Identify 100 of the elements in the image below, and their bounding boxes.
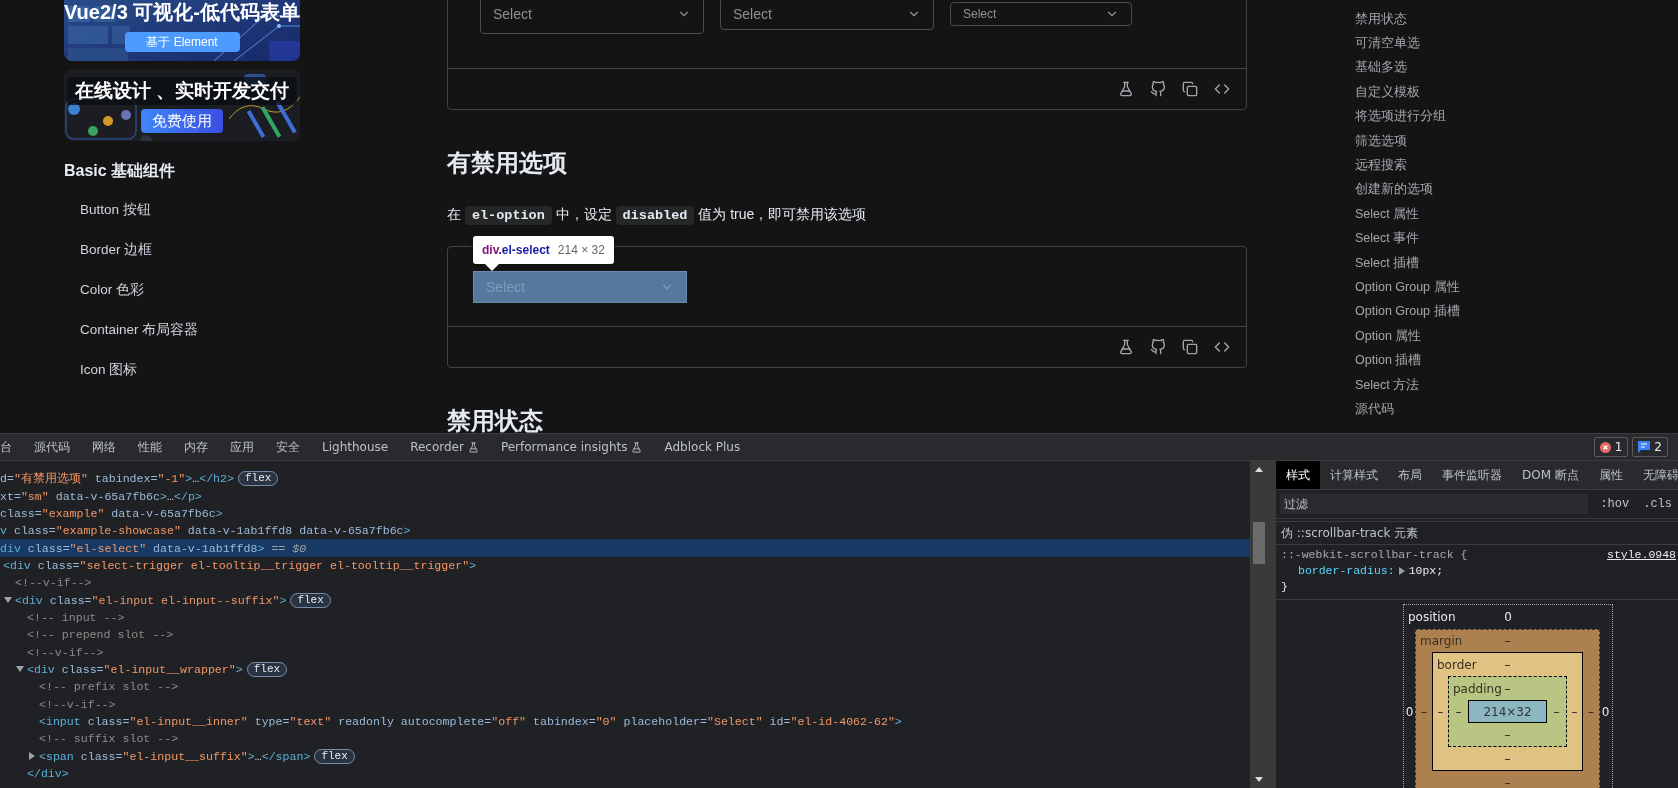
dom-node-row[interactable]: <span class="el-input__suffix">…</span> flex: [0, 747, 1250, 765]
toc-link[interactable]: Select 插槽: [1355, 250, 1678, 276]
expand-triangle-icon[interactable]: [1398, 567, 1405, 575]
disclosure-triangle-icon[interactable]: [4, 596, 12, 605]
panel-tab[interactable]: DOM 断点: [1512, 461, 1589, 489]
toc-link[interactable]: 远程搜索: [1355, 153, 1678, 178]
arrow-down-icon[interactable]: [1255, 777, 1263, 782]
code-icon[interactable]: [1214, 339, 1230, 355]
panel-tab[interactable]: 计算样式: [1320, 461, 1388, 489]
dom-node-row[interactable]: <!-- suffix slot -->: [0, 730, 1250, 748]
box-value: 0: [1601, 705, 1610, 719]
flex-badge[interactable]: flex: [238, 471, 279, 487]
toc-link[interactable]: Option 插槽: [1355, 348, 1678, 373]
dom-node-row[interactable]: <!--v-if-->: [0, 574, 1250, 592]
code-icon[interactable]: [1214, 81, 1230, 97]
toc-link[interactable]: 将选项进行分组: [1355, 104, 1678, 129]
panel-tab[interactable]: 样式: [1276, 461, 1320, 489]
code-line: xt="sm" data-v-65a7fb6c>…</p>: [0, 489, 202, 503]
toc-link[interactable]: 创建新的选项: [1355, 177, 1678, 203]
toggle-button[interactable]: :hov: [1598, 497, 1632, 511]
devtools-tab[interactable]: 网络: [81, 438, 127, 456]
message-count-badge[interactable]: 2: [1632, 437, 1668, 457]
toc-link[interactable]: Option Group 属性: [1355, 275, 1678, 300]
code-line: <!-- prepend slot -->: [27, 628, 174, 642]
sidebar-item[interactable]: Color 色彩: [64, 270, 300, 310]
dom-node-row[interactable]: <!-- input -->: [0, 608, 1250, 627]
flex-badge[interactable]: flex: [290, 592, 331, 608]
toc-link[interactable]: Option 属性: [1355, 324, 1678, 349]
flask-icon[interactable]: [1118, 339, 1134, 355]
banner-button[interactable]: 免费使用: [141, 109, 223, 133]
select-field[interactable]: Select: [950, 2, 1132, 26]
toc-link[interactable]: Select 属性: [1355, 202, 1678, 227]
dom-node-row[interactable]: v class="example-showcase" data-v-1ab1ffd8 data-v-65a7fb6c>: [0, 522, 1250, 540]
devtools-tab[interactable]: Adblock Plus: [653, 440, 752, 454]
dom-node-row[interactable]: <div class="el-input__wrapper"> flex: [0, 660, 1250, 679]
toc-link[interactable]: Select 事件: [1355, 226, 1678, 251]
copy-icon[interactable]: [1182, 81, 1198, 97]
filter-field[interactable]: 过滤: [1280, 494, 1589, 514]
scrollbar[interactable]: [1250, 461, 1268, 788]
panel-tab[interactable]: 无障碍: [1632, 461, 1678, 489]
devtools-tab[interactable]: 安全: [265, 438, 311, 456]
scrollbar-thumb[interactable]: [1253, 522, 1265, 564]
toc-link[interactable]: 筛选选项: [1355, 128, 1678, 154]
dom-node-row[interactable]: <!-- prepend slot -->: [0, 626, 1250, 644]
devtools-tab[interactable]: 源代码: [23, 438, 81, 456]
toc-link[interactable]: 可清空单选: [1355, 31, 1678, 56]
toggle-button[interactable]: .cls: [1641, 497, 1674, 511]
panel-tab[interactable]: 布局: [1388, 461, 1432, 489]
disclosure-triangle-icon[interactable]: [16, 665, 24, 674]
css-property[interactable]: border-radius:: [1298, 563, 1395, 579]
sidebar-item[interactable]: Container 布局容器: [64, 310, 300, 350]
source-link[interactable]: style.0948: [1607, 547, 1676, 563]
dom-node-row[interactable]: <!-- prefix slot -->: [0, 678, 1250, 696]
sidebar-item[interactable]: Icon 图标: [64, 350, 300, 390]
sidebar-item[interactable]: Button 按钮: [64, 190, 300, 230]
toc-link[interactable]: 基础多选: [1355, 55, 1678, 81]
element-selector: div.el-select: [482, 243, 550, 257]
devtools-tab[interactable]: 台: [0, 438, 23, 456]
devtools-tab[interactable]: Recorder: [399, 440, 490, 454]
github-icon[interactable]: [1150, 339, 1166, 355]
select-field[interactable]: Select: [480, 0, 704, 34]
flask-icon[interactable]: [1118, 81, 1134, 97]
toc-link[interactable]: 自定义模板: [1355, 80, 1678, 105]
flex-badge[interactable]: flex: [246, 661, 288, 677]
box-value: –: [1504, 775, 1511, 788]
code-line: class="example" data-v-65a7fb6c>: [0, 506, 223, 520]
error-count-badge[interactable]: 1: [1593, 437, 1629, 457]
dom-node-row[interactable]: xt="sm" data-v-65a7fb6c>…</p>: [0, 487, 1250, 505]
disclosure-triangle-icon[interactable]: [28, 752, 36, 761]
devtools-tab[interactable]: Lighthouse: [311, 440, 400, 454]
dom-node-row[interactable]: class="example" data-v-65a7fb6c>: [0, 504, 1250, 523]
toc-link[interactable]: Option Group 插槽: [1355, 299, 1678, 325]
devtools-tab[interactable]: Performance insights: [489, 440, 654, 454]
box-label: border: [1436, 657, 1478, 672]
dom-node-row[interactable]: <!--v-if-->: [0, 695, 1250, 713]
dom-node-row[interactable]: <input class="el-input__inner" type="text" readonly autocomplete="off" tabindex="0" placeholder="Select" id="el-id-4062-62">: [0, 712, 1250, 731]
panel-tab[interactable]: 属性: [1588, 461, 1633, 489]
devtools-tab[interactable]: 应用: [219, 438, 265, 456]
devtools-tab[interactable]: 性能: [127, 438, 173, 456]
devtools-tab[interactable]: 内存: [173, 438, 219, 456]
dom-node-row[interactable]: <div class="select-trigger el-tooltip__trigger el-tooltip__trigger">: [0, 556, 1250, 575]
arrow-up-icon[interactable]: [1255, 467, 1263, 472]
panel-tab[interactable]: 事件监听器: [1432, 461, 1512, 489]
code-line: <!-- prefix slot -->: [39, 680, 179, 694]
css-value[interactable]: 10px;: [1408, 563, 1444, 579]
toc-link[interactable]: 禁用状态: [1355, 7, 1678, 32]
code-line: </div>: [27, 767, 69, 780]
github-icon[interactable]: [1150, 81, 1166, 97]
dom-node-row[interactable]: <!--v-if-->: [0, 643, 1250, 661]
flex-badge[interactable]: flex: [314, 748, 355, 764]
toc-link[interactable]: 源代码: [1355, 397, 1678, 422]
dom-node-row[interactable]: <div class="el-input el-input--suffix"> flex: [0, 591, 1250, 609]
element-size: 214 × 32: [557, 243, 605, 257]
select-field[interactable]: Select: [720, 0, 934, 30]
box-value: 0: [1405, 705, 1414, 719]
copy-icon[interactable]: [1182, 339, 1198, 355]
dom-node-row[interactable]: div class="el-select" data-v-1ab1ffd8> == $0: [0, 539, 1250, 557]
sidebar-item[interactable]: Border 边框: [64, 230, 300, 270]
dom-node-row[interactable]: d="有禁用选项" tabindex="-1">…</h2> flex: [0, 470, 1250, 488]
toc-link[interactable]: Select 方法: [1355, 372, 1678, 398]
